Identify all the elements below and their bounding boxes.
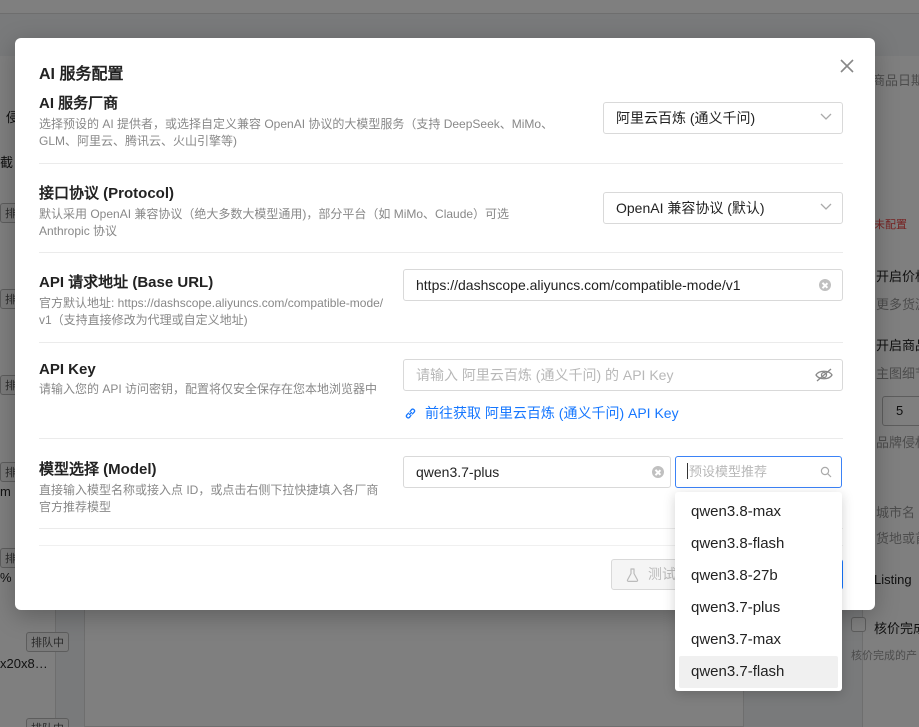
model-input-value: qwen3.7-plus bbox=[416, 464, 500, 480]
divider bbox=[39, 342, 843, 343]
model-option[interactable]: qwen3.8-27b bbox=[679, 560, 838, 592]
search-icon bbox=[820, 466, 832, 478]
protocol-desc: 默认采用 OpenAI 兼容协议（绝大多数大模型通用)，部分平台（如 MiMo、… bbox=[39, 207, 510, 238]
provider-select-value: 阿里云百炼 (通义千问) bbox=[616, 110, 756, 126]
modal-title: AI 服务配置 bbox=[39, 66, 124, 83]
divider bbox=[39, 438, 843, 439]
flask-icon bbox=[626, 568, 639, 582]
model-desc: 直接输入模型名称或接入点 ID，或点击右侧下拉快捷填入各厂商官方推荐模型 bbox=[39, 483, 379, 514]
protocol-select[interactable]: OpenAI 兼容协议 (默认) bbox=[603, 192, 843, 224]
test-button-label: 测试 bbox=[648, 566, 676, 582]
chevron-down-icon bbox=[820, 203, 832, 210]
provider-select[interactable]: 阿里云百炼 (通义千问) bbox=[603, 102, 843, 134]
model-option-hovered[interactable]: qwen3.7-flash bbox=[679, 656, 838, 688]
model-option[interactable]: qwen3.8-flash bbox=[679, 528, 838, 560]
clear-icon[interactable] bbox=[819, 279, 831, 291]
divider bbox=[39, 252, 843, 253]
api-key-placeholder: 请输入 阿里云百炼 (通义千问) 的 API Key bbox=[416, 367, 674, 383]
provider-desc: 选择预设的 AI 提供者，或选择自定义兼容 OpenAI 协议的大模型服务（支持… bbox=[39, 117, 554, 148]
model-option[interactable]: qwen3.7-plus bbox=[679, 592, 838, 624]
chevron-down-icon bbox=[820, 113, 832, 120]
eye-off-icon[interactable] bbox=[815, 367, 833, 383]
model-option[interactable]: qwen3.7-max bbox=[679, 624, 838, 656]
base-url-value: https://dashscope.aliyuncs.com/compatibl… bbox=[416, 277, 741, 293]
get-api-key-link-text: 前往获取 阿里云百炼 (通义千问) API Key bbox=[425, 405, 679, 421]
preset-model-select[interactable]: 预设模型推荐 bbox=[675, 456, 842, 488]
preset-model-dropdown: qwen3.8-max qwen3.8-flash qwen3.8-27b qw… bbox=[675, 492, 842, 691]
protocol-select-value: OpenAI 兼容协议 (默认) bbox=[616, 200, 765, 216]
text-cursor bbox=[687, 463, 688, 479]
get-api-key-link[interactable]: 前往获取 阿里云百炼 (通义千问) API Key bbox=[404, 403, 679, 423]
divider bbox=[39, 163, 843, 164]
preset-model-placeholder: 预设模型推荐 bbox=[689, 464, 768, 479]
close-icon bbox=[840, 59, 854, 73]
clear-icon[interactable] bbox=[652, 466, 664, 478]
link-icon bbox=[405, 408, 416, 419]
model-option[interactable]: qwen3.8-max bbox=[679, 496, 838, 528]
api-key-desc: 请输入您的 API 访问密钥，配置将仅安全保存在您本地浏览器中 bbox=[39, 382, 378, 396]
base-url-desc: 官方默认地址: https://dashscope.aliyuncs.com/c… bbox=[39, 296, 384, 327]
model-input[interactable]: qwen3.7-plus bbox=[403, 456, 671, 488]
api-key-input[interactable]: 请输入 阿里云百炼 (通义千问) 的 API Key bbox=[403, 359, 843, 391]
close-button[interactable] bbox=[837, 56, 857, 76]
base-url-input[interactable]: https://dashscope.aliyuncs.com/compatibl… bbox=[403, 269, 843, 301]
